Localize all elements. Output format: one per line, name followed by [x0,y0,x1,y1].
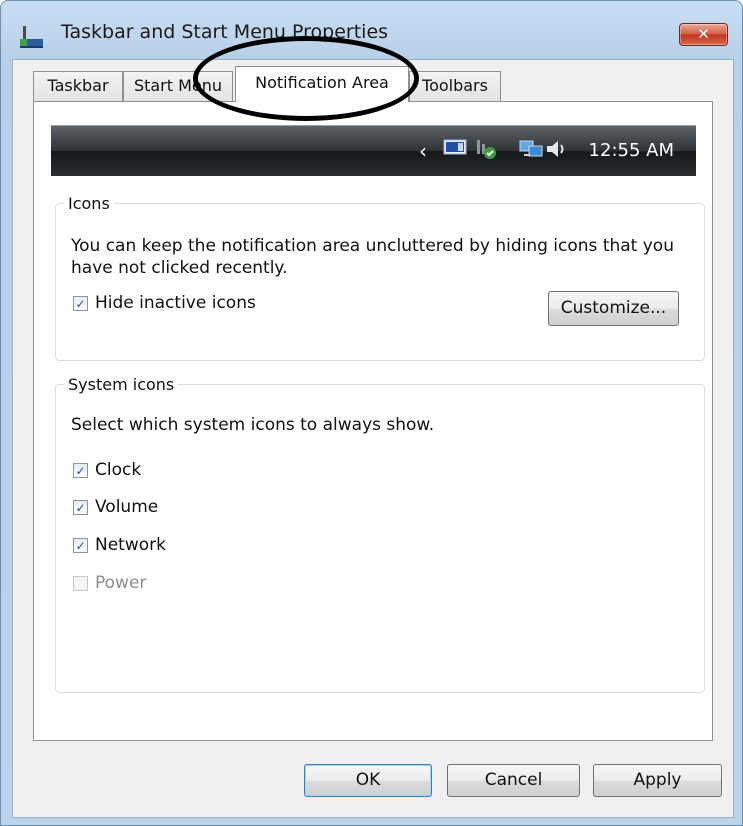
title-bar[interactable]: Taskbar and Start Menu Properties ✕ [1,1,742,65]
ok-button[interactable]: OK [304,764,432,797]
window-title: Taskbar and Start Menu Properties [61,21,389,43]
icons-group-legend: Icons [68,194,110,213]
customize-button[interactable]: Customize... [548,291,679,326]
tab-notification-area[interactable]: Notification Area [235,66,409,102]
network-ok-icon [477,140,496,159]
icons-description: You can keep the notification area unclu… [71,236,674,278]
system-icons-legend: System icons [68,375,175,394]
network-row[interactable]: ✓ Network [73,535,273,557]
hide-inactive-row[interactable]: ✓ Hide inactive icons [73,293,323,315]
tab-taskbar[interactable]: Taskbar [33,71,123,101]
clock-row[interactable]: ✓ Clock [73,460,273,482]
power-row: Power [73,573,273,595]
properties-window: Taskbar and Start Menu Properties ✕ Task… [0,0,743,826]
volume-checkbox[interactable]: ✓ [73,500,88,515]
cancel-button[interactable]: Cancel [447,764,580,797]
clock-checkbox[interactable]: ✓ [73,463,88,478]
taskbar-preview: ‹ 12:55 AM [51,125,696,176]
network-checkbox[interactable]: ✓ [73,538,88,553]
hide-inactive-label[interactable]: Hide inactive icons [95,293,256,313]
system-icons-description: Select which system icons to always show… [71,415,435,435]
volume-row[interactable]: ✓ Volume [73,497,273,519]
power-label: Power [95,573,147,593]
apply-button[interactable]: Apply [593,764,722,797]
tab-start-menu[interactable]: Start Menu [123,71,233,101]
power-checkbox [73,576,88,591]
show-hidden-icons-chevron: ‹ [419,139,427,163]
tray-clock: 12:55 AM [588,140,674,161]
dialog-client: Taskbar Start Menu Notification Area Too… [12,59,734,818]
clock-label[interactable]: Clock [95,460,141,480]
network-icon [519,140,543,157]
speaker-icon [547,141,564,157]
hide-inactive-checkbox[interactable]: ✓ [73,296,88,311]
volume-label[interactable]: Volume [95,497,158,517]
tab-toolbars[interactable]: Toolbars [409,71,501,101]
monitor-icon [443,139,467,155]
network-label[interactable]: Network [95,535,166,555]
taskbar-app-icon [20,26,43,48]
close-button[interactable]: ✕ [679,23,728,46]
notification-area-panel: ‹ 12:55 AM Icons You can keep the notifi… [33,101,713,741]
